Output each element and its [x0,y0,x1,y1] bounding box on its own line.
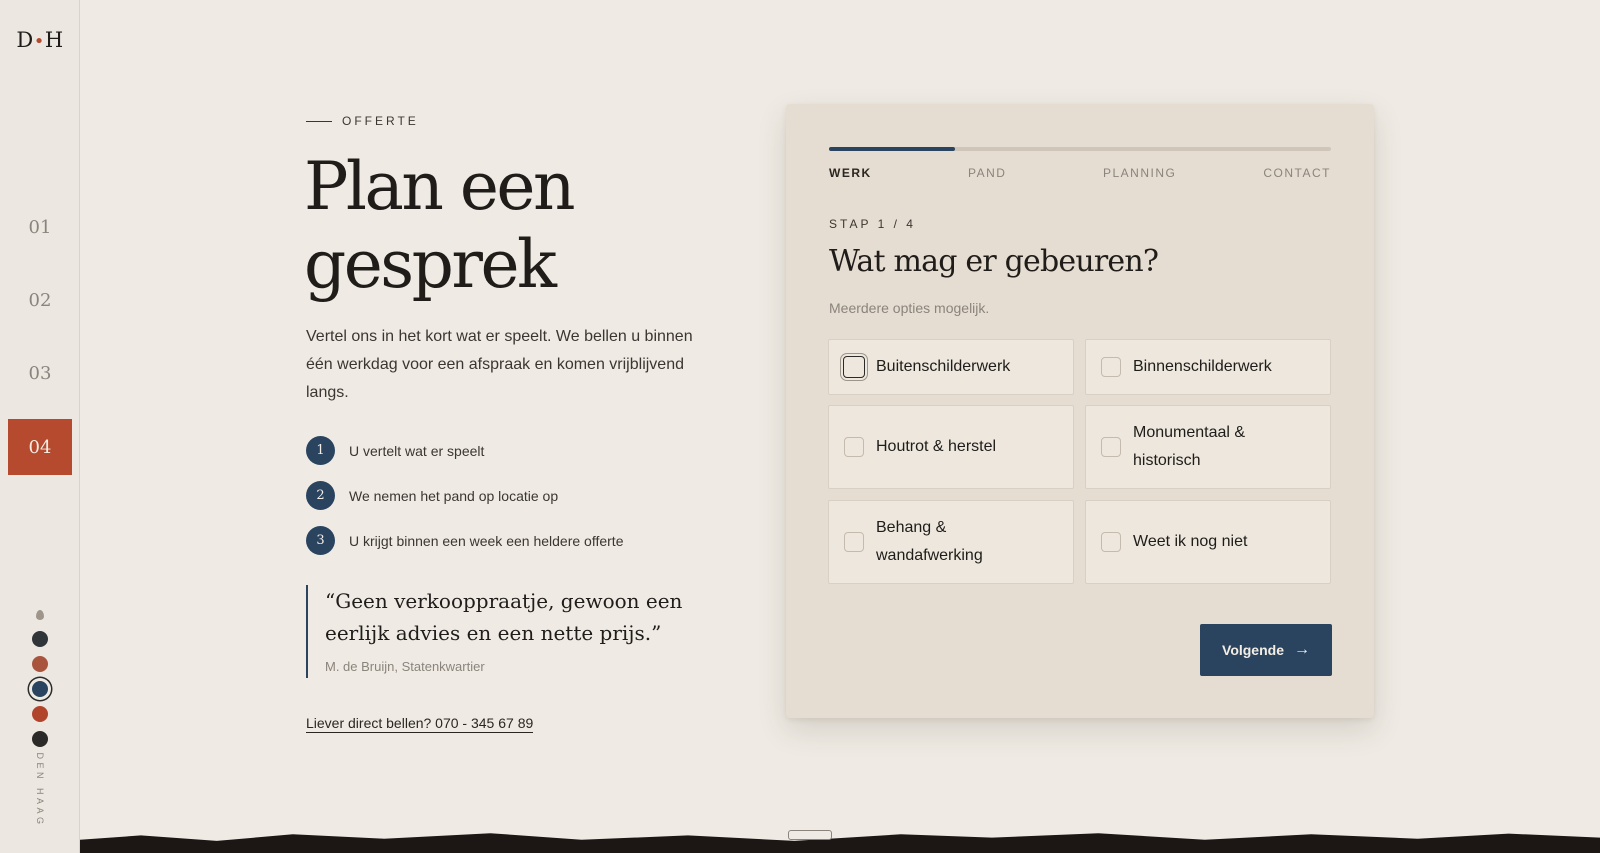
city-label: DEN HAAG [35,752,45,828]
arrow-right-icon: → [1293,641,1310,658]
step-counter: STAP 1 / 4 [829,217,916,231]
scroll-handle[interactable] [788,830,832,840]
eyebrow-line [306,120,332,122]
option-behang-wandafwerking[interactable]: Behang & wandafwerking [828,500,1074,584]
progress-bar [829,147,1331,151]
quote-form-card: WERK PAND PLANNING CONTACT STAP 1 / 4 Wa… [786,104,1374,718]
option-binnenschilderwerk[interactable]: Binnenschilderwerk [1085,339,1331,395]
step-text: U vertelt wat er speelt [349,442,485,459]
checkbox[interactable] [1101,437,1121,457]
option-buitenschilderwerk[interactable]: Buitenschilderwerk [828,339,1074,395]
option-label: Monumentaal & historisch [1133,424,1246,469]
form-step-werk[interactable]: WERK [829,166,872,180]
logo[interactable]: D•H [0,28,80,52]
color-swatch-5[interactable] [32,731,48,747]
step-text: U krijgt binnen een week een heldere off… [349,532,624,549]
testimonial-quote: “Geen verkooppraatje, gewoon een eerlijk… [306,585,726,678]
option-label: Houtrot & herstel [876,438,997,455]
eyebrow: OFFERTE [306,114,419,128]
footer-edge [80,833,1600,853]
option-weet-ik-nog-niet[interactable]: Weet ik nog niet [1085,500,1331,584]
next-button[interactable]: Volgende → [1200,624,1332,676]
form-step-planning[interactable]: PLANNING [1103,166,1176,180]
option-label: Weet ik nog niet [1133,533,1248,550]
option-houtrot-herstel[interactable]: Houtrot & herstel [828,405,1074,489]
step-number-badge: 3 [306,526,335,555]
option-label: Behang & wandafwerking [876,519,983,564]
checkbox[interactable] [844,437,864,457]
sidebar: D•H 01 02 03 04 DEN HAAG [0,0,80,853]
nav-item-02[interactable]: 02 [8,272,72,328]
form-steps: WERK PAND PLANNING CONTACT [829,166,1331,182]
option-label: Binnenschilderwerk [1133,358,1272,375]
step-text: We nemen het pand op locatie op [349,487,559,504]
nav-item-04[interactable]: 04 [8,419,72,475]
option-label: Buitenschilderwerk [876,358,1011,375]
eyebrow-text: OFFERTE [342,114,419,128]
form-subtitle: Meerdere opties mogelijk. [829,300,990,316]
nav-item-03[interactable]: 03 [8,345,72,401]
process-step: 1 U vertelt wat er speelt [306,436,484,465]
next-button-label: Volgende [1222,642,1284,658]
quote-text: “Geen verkooppraatje, gewoon een eerlijk… [325,589,683,645]
step-number-badge: 1 [306,436,335,465]
logo-dot: • [33,31,45,52]
logo-letter-d: D [16,28,34,52]
form-step-contact[interactable]: CONTACT [1263,166,1331,180]
color-swatch-3[interactable] [32,681,48,697]
color-swatch-2[interactable] [32,656,48,672]
process-step: 2 We nemen het pand op locatie op [306,481,558,510]
checkbox[interactable] [1101,532,1121,552]
checkbox[interactable] [1101,357,1121,377]
call-link[interactable]: Liever direct bellen? 070 - 345 67 89 [306,715,534,733]
progress-fill [829,147,955,151]
quote-author: M. de Bruijn, Statenkwartier [325,659,485,674]
process-step: 3 U krijgt binnen een week een heldere o… [306,526,623,555]
page-title: Plan een gesprek [304,148,575,303]
form-step-pand[interactable]: PAND [968,166,1006,180]
lead-text: Vertel ons in het kort wat er speelt. We… [306,328,693,401]
form-title: Wat mag er gebeuren? [829,244,1159,279]
checkbox[interactable] [843,356,865,378]
checkbox[interactable] [844,532,864,552]
nav-item-01[interactable]: 01 [8,199,72,255]
color-swatch-1[interactable] [32,631,48,647]
drop-icon [36,610,44,620]
step-number-badge: 2 [306,481,335,510]
option-monumentaal-historisch[interactable]: Monumentaal & historisch [1085,405,1331,489]
color-swatch-4[interactable] [32,706,48,722]
logo-letter-h: H [44,28,64,52]
